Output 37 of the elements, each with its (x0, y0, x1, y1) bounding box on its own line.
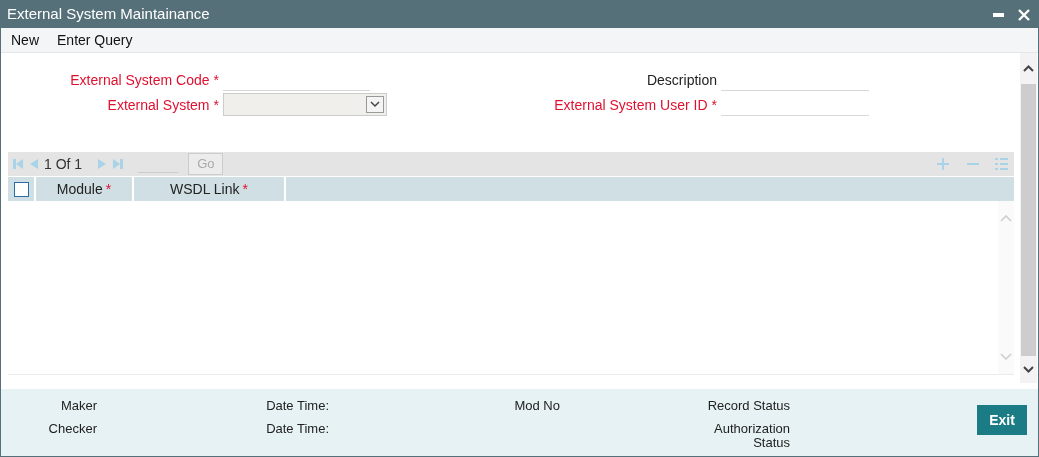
last-page-icon[interactable] (112, 158, 125, 170)
footer-label: Record Status (707, 399, 790, 413)
page-scrollbar[interactable] (1020, 53, 1037, 383)
scroll-up-icon[interactable] (1023, 65, 1034, 72)
dropdown-icon[interactable] (366, 96, 384, 113)
footer-label: Date Time: (266, 399, 329, 413)
first-page-icon[interactable] (12, 158, 24, 170)
required-marker: * (213, 71, 219, 90)
footer-label: Maker (60, 399, 97, 413)
field-label: External System (107, 96, 210, 115)
required-marker: * (105, 179, 112, 199)
column-header: WSDL Link (170, 179, 240, 199)
select-all-checkbox[interactable] (13, 181, 29, 197)
page-indicator: 1 Of 1 (44, 154, 83, 174)
exit-button[interactable]: Exit (977, 405, 1027, 435)
add-row-icon[interactable] (937, 158, 949, 170)
required-marker: * (213, 96, 219, 115)
footer-label: Authorization Status (713, 422, 790, 450)
menu-item[interactable]: New (9, 29, 41, 51)
field-label: Description (646, 71, 717, 90)
minimize-icon[interactable] (993, 12, 1004, 17)
window-title: External System Maintainance (7, 4, 210, 25)
column-header: Module (56, 179, 103, 199)
scrollbar-thumb[interactable] (1021, 84, 1036, 356)
menu-item[interactable]: Enter Query (55, 29, 135, 51)
footer-label: Checker (48, 422, 97, 436)
field-label: External System User ID (554, 96, 708, 115)
footer-label: Date Time: (266, 422, 329, 436)
previous-page-icon[interactable] (28, 158, 40, 170)
scroll-down-icon[interactable] (1023, 366, 1034, 373)
field-label: External System Code (70, 71, 210, 90)
close-icon[interactable] (1018, 8, 1030, 21)
select-field[interactable] (223, 93, 387, 116)
required-marker: * (242, 179, 248, 199)
list-icon[interactable] (995, 157, 1008, 171)
footer-label: Mod No (514, 399, 560, 413)
required-marker: * (711, 96, 717, 115)
